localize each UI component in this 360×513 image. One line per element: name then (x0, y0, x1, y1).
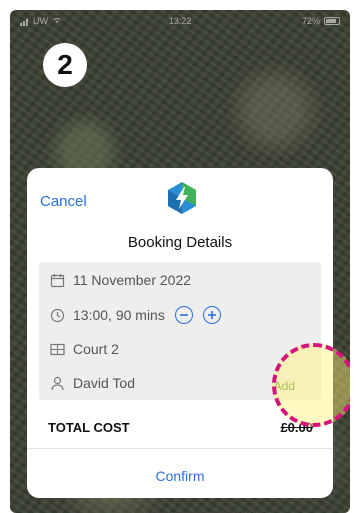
minus-icon (179, 314, 188, 316)
status-time: 13:22 (168, 16, 192, 26)
person-icon (49, 375, 65, 391)
modal-title: Booking Details (127, 234, 233, 251)
increase-duration-button[interactable] (202, 306, 221, 324)
app-screen: UW 13:22 72% 2 Cancel Booking Details 11… (10, 10, 350, 513)
booking-time-duration: 13:00, 90 mins (73, 307, 165, 323)
time-row: 13:00, 90 mins (49, 306, 221, 324)
confirm-button[interactable]: Confirm (27, 468, 333, 484)
status-bar: UW 13:22 72% (10, 10, 350, 32)
calendar-icon (49, 272, 65, 288)
battery-icon (324, 17, 340, 25)
status-bar-right: 72% (302, 16, 340, 26)
booking-date: 11 November 2022 (73, 272, 192, 288)
total-cost-label: TOTAL COST (48, 420, 130, 435)
decrease-duration-button[interactable] (174, 306, 193, 324)
court-icon (49, 341, 65, 357)
court-row: Court 2 (49, 341, 119, 357)
player-row: David Tod (49, 375, 135, 391)
battery-percent: 72% (301, 16, 320, 26)
player-name: David Tod (73, 375, 136, 391)
date-row: 11 November 2022 (49, 272, 191, 288)
booking-details-modal: Cancel Booking Details 11 November 2022 (27, 168, 333, 498)
step-number-badge: 2 (43, 43, 87, 87)
clock-icon (49, 307, 65, 323)
cancel-button[interactable]: Cancel (40, 193, 87, 210)
tap-highlight-circle (272, 343, 350, 427)
app-logo-icon (167, 181, 197, 215)
court-name: Court 2 (73, 341, 119, 357)
divider (27, 448, 333, 449)
plus-icon (207, 311, 216, 319)
